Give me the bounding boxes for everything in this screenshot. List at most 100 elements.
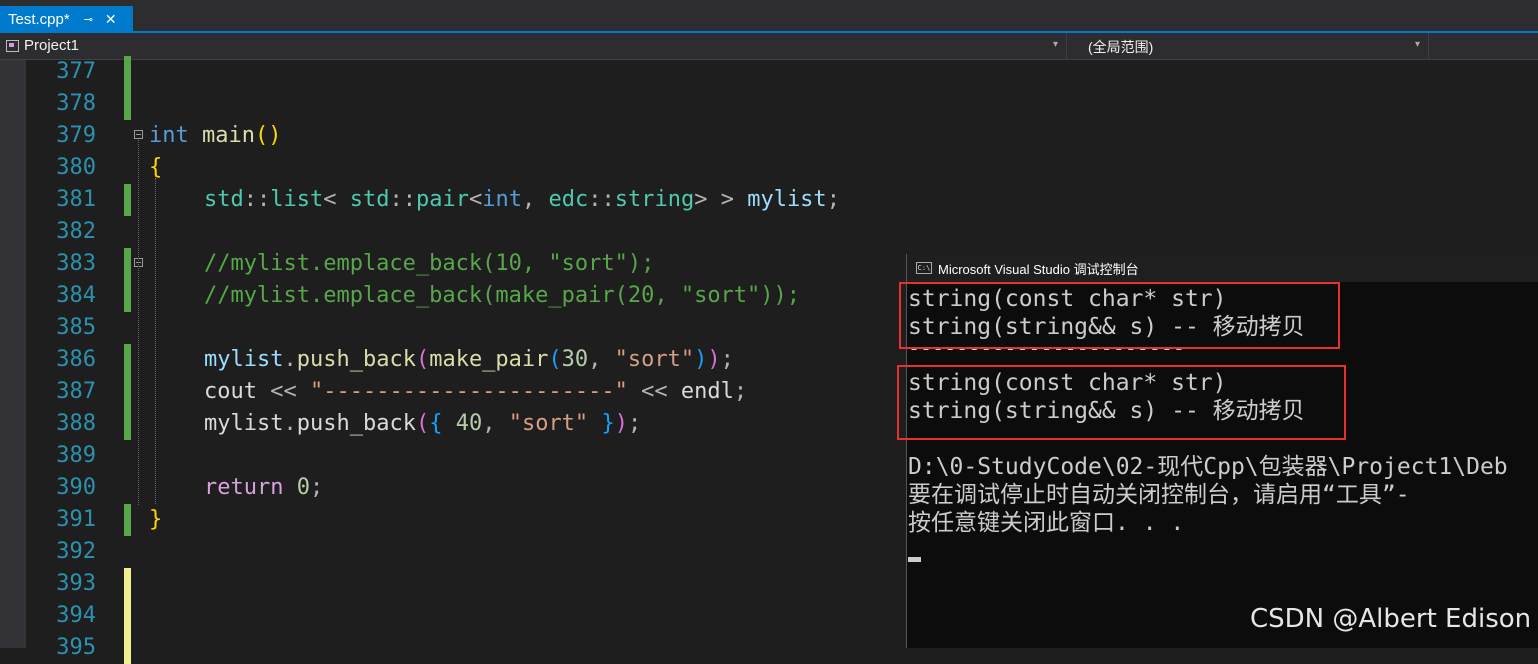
line-number: 380 bbox=[56, 155, 96, 180]
console-title-bar[interactable]: C:\ Microsoft Visual Studio 调试控制台 bbox=[907, 254, 1538, 282]
close-icon[interactable]: ✕ bbox=[105, 11, 117, 28]
code-text: cout << "----------------------" << endl… bbox=[204, 376, 747, 408]
change-marker bbox=[124, 248, 131, 280]
console-line: D:\0-StudyCode\02-现代Cpp\包装器\Project1\Deb bbox=[908, 454, 1508, 480]
line-number: 395 bbox=[56, 635, 96, 660]
token: :: bbox=[389, 187, 416, 212]
line-number: 385 bbox=[56, 315, 96, 340]
token: ( bbox=[254, 123, 269, 148]
token: 0 bbox=[283, 475, 310, 500]
debug-console-window[interactable]: C:\ Microsoft Visual Studio 调试控制台 string… bbox=[897, 254, 1538, 648]
line-number: 388 bbox=[56, 411, 96, 436]
code-line: 380 { bbox=[0, 152, 1538, 184]
console-line: 要在调试停止时自动关闭控制台，请启用“工具”- bbox=[908, 482, 1410, 508]
token: int bbox=[482, 187, 522, 212]
token: int bbox=[149, 123, 189, 148]
token: std bbox=[349, 187, 390, 212]
token: main bbox=[202, 123, 255, 148]
console-line: 按任意键关闭此窗口. . . bbox=[908, 510, 1185, 536]
token: ) bbox=[268, 123, 282, 148]
token: , bbox=[482, 411, 509, 436]
token: "sort" bbox=[614, 347, 695, 372]
token: ( bbox=[548, 347, 562, 372]
token: string bbox=[614, 187, 695, 212]
highlight-box bbox=[899, 282, 1340, 349]
token: } bbox=[149, 507, 163, 532]
token: ; bbox=[733, 379, 748, 404]
code-line: 381 std::list< std::pair<int, edc::strin… bbox=[0, 184, 1538, 216]
token: ; bbox=[720, 347, 734, 372]
change-marker bbox=[124, 600, 131, 632]
token: :: bbox=[243, 187, 271, 212]
token: . bbox=[283, 411, 297, 436]
token: { bbox=[429, 411, 443, 436]
token: . bbox=[283, 347, 297, 372]
line-number: 378 bbox=[56, 91, 96, 116]
code-line: 382 bbox=[0, 216, 1538, 248]
document-tab-bar: Test.cpp* ⊸ ✕ bbox=[0, 0, 1538, 33]
collapse-icon[interactable] bbox=[134, 130, 143, 139]
indent-guide bbox=[155, 178, 156, 504]
token: ) bbox=[707, 347, 721, 372]
token: edc bbox=[548, 187, 589, 212]
change-marker bbox=[124, 632, 131, 664]
console-title: Microsoft Visual Studio 调试控制台 bbox=[938, 261, 1139, 277]
token: ; bbox=[627, 411, 642, 436]
token: { bbox=[149, 155, 163, 180]
line-number: 387 bbox=[56, 379, 96, 404]
line-number: 390 bbox=[56, 475, 96, 500]
token: "----------------------" bbox=[309, 379, 628, 404]
change-marker bbox=[124, 344, 131, 376]
token: << bbox=[256, 379, 310, 404]
chevron-down-icon[interactable]: ▾ bbox=[1415, 39, 1420, 50]
project-icon bbox=[6, 39, 19, 52]
code-text: } bbox=[149, 504, 162, 536]
code-line: 378 bbox=[0, 88, 1538, 120]
line-number: 391 bbox=[56, 507, 96, 532]
line-number: 377 bbox=[56, 59, 96, 84]
token: > bbox=[707, 187, 748, 212]
highlight-box bbox=[897, 365, 1346, 440]
line-number: 381 bbox=[56, 187, 96, 212]
token: endl bbox=[680, 379, 734, 404]
scope-dropdown[interactable]: (全局范围) bbox=[1088, 37, 1153, 57]
code-line: 379 int main() bbox=[0, 120, 1538, 152]
token: 40 bbox=[455, 411, 483, 436]
tab-title: Test.cpp* bbox=[8, 11, 70, 28]
line-number: 386 bbox=[56, 347, 96, 372]
watermark: CSDN @Albert Edison bbox=[1250, 604, 1532, 634]
project-dropdown[interactable]: Project1 bbox=[6, 37, 79, 54]
token: mylist bbox=[204, 347, 284, 372]
pin-icon[interactable]: ⊸ bbox=[84, 13, 93, 26]
chevron-down-icon[interactable]: ▾ bbox=[1053, 39, 1058, 50]
code-line: 377 bbox=[0, 56, 1538, 88]
code-text: return 0; bbox=[204, 472, 323, 504]
line-number: 393 bbox=[56, 571, 96, 596]
token: "sort" bbox=[508, 411, 589, 436]
token: :: bbox=[588, 187, 615, 212]
token: list bbox=[270, 187, 324, 212]
line-number: 382 bbox=[56, 219, 96, 244]
token: } bbox=[601, 411, 615, 436]
token: mylist bbox=[204, 411, 284, 436]
line-number: 392 bbox=[56, 539, 96, 564]
token: push_back bbox=[296, 411, 416, 436]
token: < bbox=[323, 187, 350, 212]
change-marker bbox=[124, 504, 131, 536]
token: pair bbox=[415, 187, 469, 212]
tab-test-cpp[interactable]: Test.cpp* ⊸ ✕ bbox=[0, 6, 133, 33]
token: push_back bbox=[296, 347, 416, 372]
token: ) bbox=[694, 347, 708, 372]
change-marker bbox=[124, 280, 131, 312]
code-text: std::list< std::pair<int, edc::string> >… bbox=[204, 184, 840, 216]
token: ( bbox=[415, 411, 430, 436]
token: make_pair bbox=[429, 347, 549, 372]
token: mylist bbox=[747, 187, 827, 212]
token: ; bbox=[826, 187, 840, 212]
project-name: Project1 bbox=[24, 37, 80, 54]
change-marker bbox=[124, 376, 131, 408]
line-number: 389 bbox=[56, 443, 96, 468]
code-text: mylist.push_back(make_pair(30, "sort")); bbox=[204, 344, 734, 376]
